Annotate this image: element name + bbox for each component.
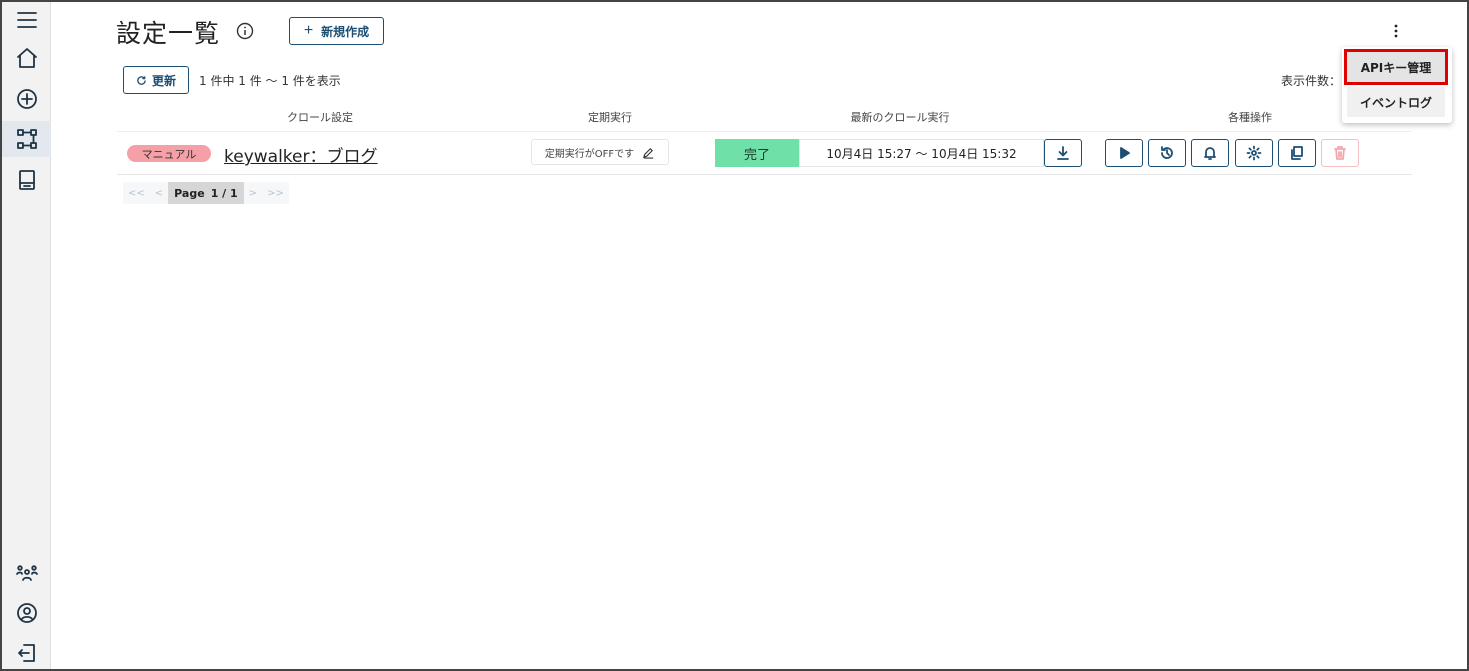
kebab-icon[interactable] [1386,20,1406,42]
copy-button[interactable] [1278,139,1316,167]
menu-item-api-key[interactable]: APIキー管理 [1344,49,1448,85]
download-icon [1057,146,1069,160]
play-icon [1120,147,1130,159]
schedule-text: 定期実行がOFFです [544,148,635,160]
info-icon[interactable] [235,21,255,41]
flow-icon[interactable] [2,121,51,157]
refresh-button[interactable]: 更新 [123,66,189,94]
col-header-crawl: クロール設定 [287,111,353,124]
gear-icon [1246,145,1262,161]
run-button[interactable] [1105,139,1143,167]
page-title: 設定一覧 [116,19,221,48]
col-header-actions: 各種操作 [1228,111,1272,124]
more-menu: APIキー管理 イベントログ [1342,47,1452,123]
settings-button[interactable] [1235,139,1273,167]
page-prev[interactable]: < [150,188,168,199]
history-button[interactable] [1148,139,1186,167]
menu-item-event-log[interactable]: イベントログ [1347,87,1445,117]
user-icon[interactable] [2,595,51,631]
page-first[interactable]: << [123,188,150,199]
per-page-label: 表示件数： [1281,74,1342,88]
download-button[interactable] [1044,139,1082,167]
new-create-button[interactable]: + 新規作成 [289,17,384,45]
crawl-time-range: 10月4日 15:27 ～ 10月4日 15:32 [799,139,1044,167]
status-badge: 完了 [715,139,799,167]
notification-button[interactable] [1191,139,1229,167]
book-icon[interactable] [2,162,51,198]
menu-icon[interactable] [2,2,51,38]
home-icon[interactable] [2,40,51,76]
sidebar [2,2,51,669]
page-next[interactable]: > [244,188,262,199]
refresh-label: 更新 [151,73,176,88]
logout-icon[interactable] [2,635,51,671]
edit-icon[interactable] [642,146,655,159]
page-number: 1 / 1 [210,186,238,200]
schedule-cell: 定期実行がOFFです [531,139,669,165]
col-header-schedule: 定期実行 [588,111,632,124]
window-frame [0,0,1469,671]
mode-badge: マニュアル [127,145,211,162]
add-circle-icon[interactable] [2,81,51,117]
page-current: Page 1 / 1 [168,182,244,204]
copy-icon [1291,146,1303,160]
plus-icon: + [303,22,314,39]
delete-button[interactable] [1321,139,1359,167]
col-header-latest: 最新のクロール実行 [850,111,950,124]
bell-icon [1204,147,1216,160]
result-count: 1 件中 1 件 ～ 1 件を表示 [199,74,341,88]
team-icon[interactable] [2,555,51,591]
page-last[interactable]: >> [262,188,289,199]
new-create-label: 新規作成 [321,24,370,39]
pagination: << < Page 1 / 1 > >> [123,182,289,204]
history-icon [1161,146,1173,159]
refresh-icon [137,75,146,85]
trash-icon [1334,146,1346,160]
crawl-setting-link[interactable]: keywalker：ブログ [224,142,378,167]
page-label: Page [174,186,205,200]
